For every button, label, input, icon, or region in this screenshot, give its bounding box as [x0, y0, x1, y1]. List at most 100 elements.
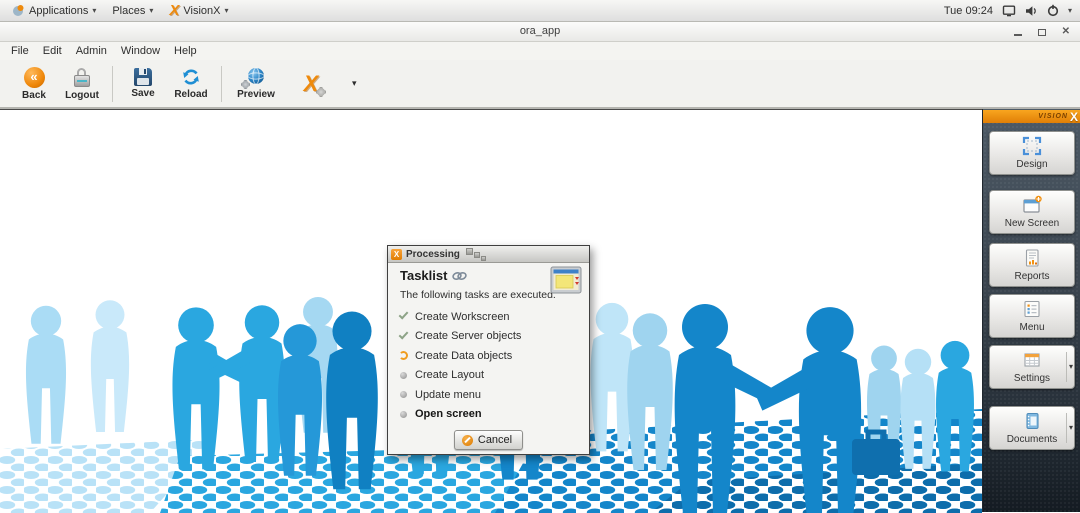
back-icon: «: [24, 67, 45, 88]
preview-label: Preview: [237, 89, 275, 100]
settings-icon: [1022, 350, 1042, 370]
task-label: Open screen: [415, 408, 482, 420]
menu-button[interactable]: Menu: [989, 294, 1075, 338]
cancel-button[interactable]: Cancel: [454, 430, 523, 450]
settings-button[interactable]: Settings ▾: [989, 345, 1075, 389]
documents-button[interactable]: Documents ▾: [989, 406, 1075, 450]
save-label: Save: [131, 88, 154, 99]
spinner-icon: [399, 351, 408, 360]
documents-menu-arrow-icon[interactable]: ▾: [1066, 413, 1073, 442]
new-screen-icon: [1022, 195, 1042, 215]
cancel-label: Cancel: [478, 434, 512, 446]
window-titlebar: ora_app ✕: [0, 22, 1080, 42]
chevron-down-icon: ▾: [225, 6, 229, 15]
task-item: Update menu: [397, 385, 583, 405]
toolbar-dropdown-icon[interactable]: ▾: [352, 78, 357, 89]
window-title: ora_app: [0, 25, 1080, 37]
applications-icon: [12, 4, 25, 17]
task-item: Create Data objects: [397, 346, 583, 366]
visionx-logo-icon: X: [169, 3, 179, 18]
reports-button[interactable]: Reports: [989, 243, 1075, 287]
visionx-menu-label: VisionX: [183, 5, 220, 17]
bullet-icon: [400, 391, 407, 398]
task-item: Create Workscreen: [397, 307, 583, 327]
save-icon: [134, 68, 152, 86]
gear-icon: [317, 88, 325, 96]
menubar: File Edit Admin Window Help: [0, 42, 1080, 60]
check-icon: [398, 329, 408, 339]
back-button[interactable]: « Back: [10, 67, 58, 101]
reports-icon: [1022, 248, 1042, 268]
reload-label: Reload: [174, 89, 207, 100]
display-icon[interactable]: [1002, 5, 1016, 17]
chevron-down-icon[interactable]: ▾: [1068, 6, 1072, 15]
task-item: Create Server objects: [397, 327, 583, 347]
close-button[interactable]: ✕: [1062, 27, 1070, 37]
preview-button[interactable]: Preview: [228, 67, 284, 100]
save-button[interactable]: Save: [119, 68, 167, 99]
chevron-down-icon: ▾: [92, 6, 96, 15]
maximize-button[interactable]: [1038, 29, 1046, 36]
settings-label: Settings: [1014, 373, 1050, 384]
tasklist-icon: [550, 266, 582, 294]
desktop-top-panel: Applications ▾ Places ▾ X VisionX ▾ Tue …: [0, 0, 1080, 22]
visionx-brand-label: VISION: [1038, 113, 1068, 120]
task-item: Open screen: [397, 405, 583, 425]
check-icon: [398, 310, 408, 320]
visionx-menu[interactable]: X VisionX ▾: [163, 1, 234, 20]
reload-icon: [181, 67, 201, 87]
task-item: Create Layout: [397, 366, 583, 386]
task-label: Create Workscreen: [415, 311, 510, 323]
visionx-sidebar-header[interactable]: VISION X: [983, 110, 1080, 123]
design-button[interactable]: Design: [989, 131, 1075, 175]
volume-icon[interactable]: [1025, 5, 1038, 17]
task-label: Create Layout: [415, 369, 484, 381]
places-menu[interactable]: Places ▾: [106, 3, 159, 19]
globe-icon: [246, 67, 266, 87]
dialog-title: Processing: [406, 249, 460, 260]
processing-dialog: X Processing Tasklist The following task…: [387, 245, 590, 455]
toolbar-separator: [112, 66, 113, 102]
toolbar-separator: [221, 66, 222, 102]
power-icon[interactable]: [1047, 4, 1059, 17]
dialog-subtitle: The following tasks are executed.: [400, 289, 556, 301]
minimize-button[interactable]: [1014, 28, 1022, 36]
reports-label: Reports: [1014, 271, 1049, 282]
menu-icon: [1022, 299, 1042, 319]
progress-cubes-icon: [466, 247, 486, 261]
visionx-sidebar: VISION X Design New Screen Reports: [982, 109, 1080, 512]
gear-icon: [242, 81, 249, 88]
design-icon: [1022, 136, 1042, 156]
task-list: Create Workscreen Create Server objects …: [397, 307, 583, 424]
dialog-heading: Tasklist: [400, 268, 447, 283]
reload-button[interactable]: Reload: [167, 67, 215, 100]
menu-label: Menu: [1019, 322, 1044, 333]
menu-window[interactable]: Window: [115, 44, 166, 58]
visionx-logo-icon: X: [304, 74, 319, 94]
clock[interactable]: Tue 09:24: [944, 5, 993, 17]
visionx-dialog-icon: X: [391, 249, 402, 260]
lock-icon: [74, 67, 90, 88]
dialog-titlebar[interactable]: X Processing: [388, 246, 589, 263]
back-label: Back: [22, 90, 46, 101]
new-screen-button[interactable]: New Screen: [989, 190, 1075, 234]
menu-help[interactable]: Help: [168, 44, 203, 58]
chevron-down-icon: ▾: [149, 6, 153, 15]
logout-label: Logout: [65, 90, 99, 101]
applications-menu[interactable]: Applications ▾: [6, 2, 102, 19]
menu-edit[interactable]: Edit: [37, 44, 68, 58]
settings-menu-arrow-icon[interactable]: ▾: [1066, 352, 1073, 381]
visionx-x-icon: X: [1070, 111, 1078, 123]
link-icon: [452, 271, 467, 281]
design-label: Design: [1016, 159, 1047, 170]
documents-icon: [1022, 411, 1042, 431]
logout-button[interactable]: Logout: [58, 67, 106, 101]
task-label: Update menu: [415, 389, 481, 401]
task-label: Create Data objects: [415, 350, 512, 362]
menu-file[interactable]: File: [5, 44, 35, 58]
visionx-tool-button[interactable]: X: [284, 74, 338, 94]
task-label: Create Server objects: [415, 330, 521, 342]
places-menu-label: Places: [112, 5, 145, 17]
menu-admin[interactable]: Admin: [70, 44, 113, 58]
documents-label: Documents: [1007, 434, 1058, 445]
